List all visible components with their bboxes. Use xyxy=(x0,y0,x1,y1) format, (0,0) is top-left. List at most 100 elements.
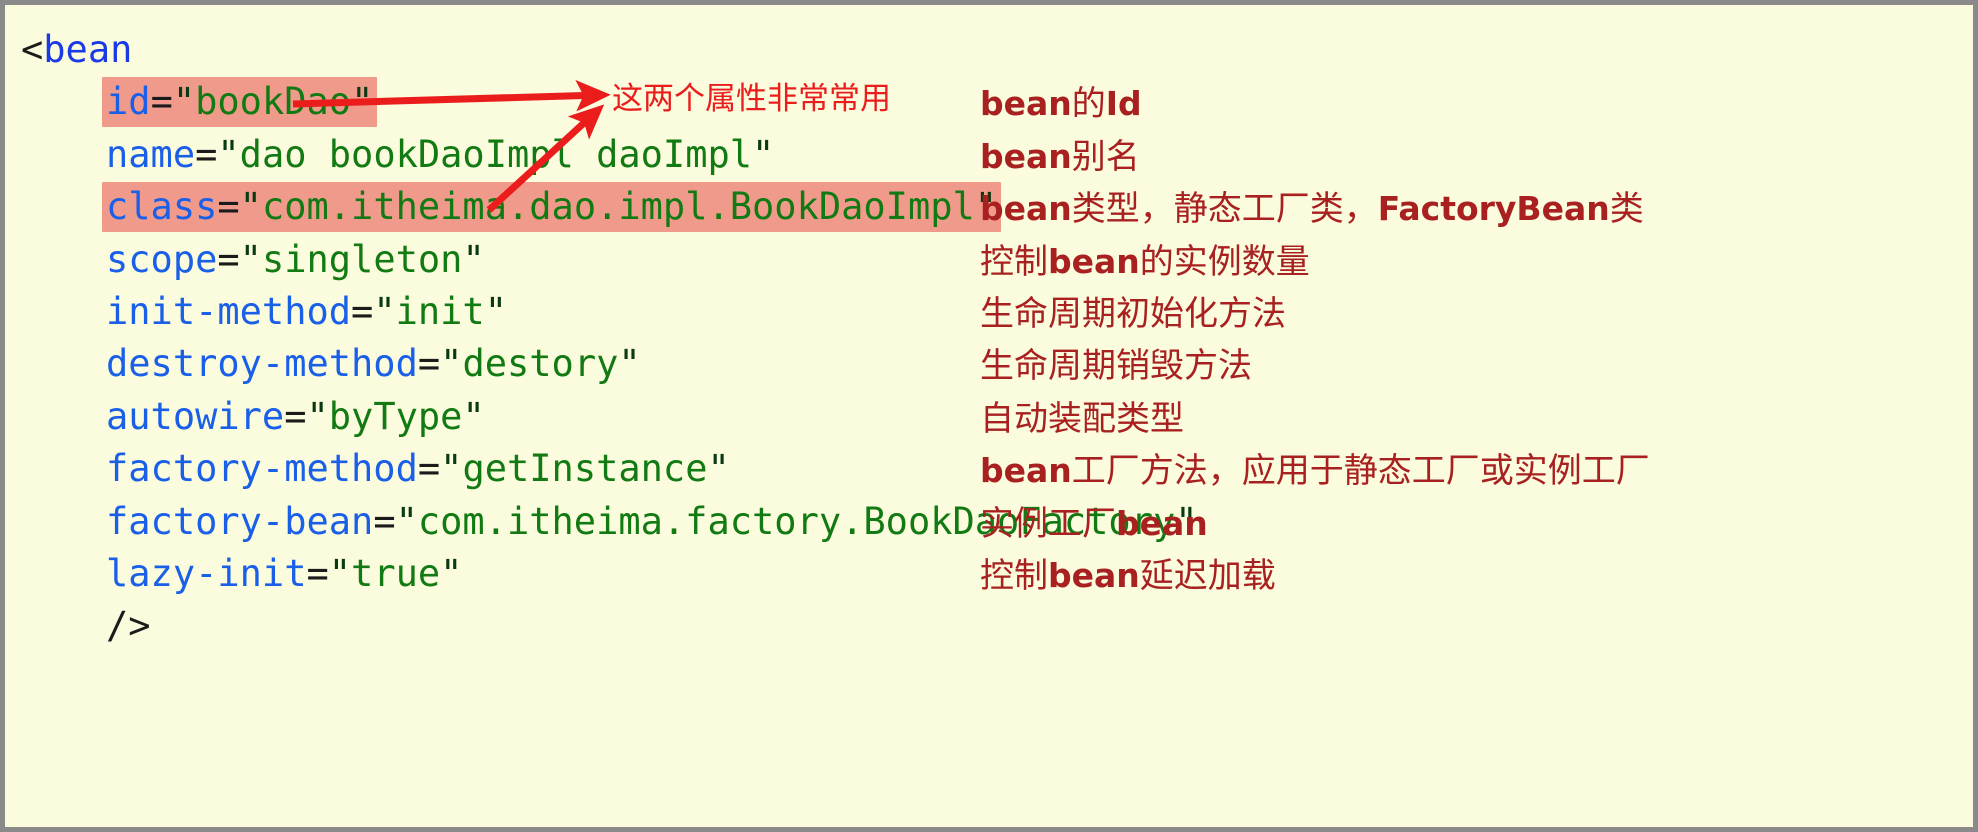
token-value: destory xyxy=(462,342,619,386)
token-quote: " xyxy=(618,342,641,386)
token-quote: " xyxy=(239,237,262,281)
token-attr: class xyxy=(106,185,218,229)
annotation-text: bean的Id xyxy=(980,83,1142,125)
code-text: name="dao bookDaoImpl daoImpl" xyxy=(106,133,774,176)
annotation-run: 自动装配类型 xyxy=(980,398,1184,439)
token-quote: " xyxy=(217,132,240,176)
annotation-run: bean xyxy=(1048,556,1140,595)
annotation-text: 实例工厂bean xyxy=(980,503,1208,545)
annotation-text: bean工厂方法，应用于静态工厂或实例工厂 xyxy=(980,450,1650,492)
token-quote: " xyxy=(707,447,730,491)
highlighted-attribute: class="com.itheima.dao.impl.BookDaoImpl" xyxy=(102,182,1002,233)
code-line: class="com.itheima.dao.impl.BookDaoImpl" xyxy=(102,182,1002,233)
token-eq: = xyxy=(150,80,173,124)
code-text: init-method="init" xyxy=(106,290,507,333)
token-attr: factory-method xyxy=(106,447,418,491)
code-text: lazy-init="true" xyxy=(106,552,462,595)
token-eq: = xyxy=(195,132,218,176)
token-value: dao bookDaoImpl daoImpl xyxy=(239,132,753,176)
token-eq: = xyxy=(417,342,441,386)
token-quote: " xyxy=(395,499,418,543)
token-eq: = xyxy=(217,237,240,281)
token-eq: = xyxy=(217,185,240,229)
callout-label: 这两个属性非常常用 xyxy=(612,81,891,117)
annotation-run: bean xyxy=(1116,503,1208,543)
token-quote: " xyxy=(172,80,196,124)
token-value: com.itheima.dao.impl.BookDaoImpl xyxy=(261,185,975,229)
code-line: name="dao bookDaoImpl daoImpl" xyxy=(106,132,774,178)
code-line: destroy-method="destory" xyxy=(106,341,641,387)
annotation-text: 控制bean延迟加载 xyxy=(980,555,1276,597)
token-eq: = xyxy=(351,290,374,333)
token-punct: < xyxy=(21,28,44,71)
token-attr: destroy-method xyxy=(106,342,418,386)
annotation-run: bean xyxy=(980,84,1072,124)
annotation-text: bean别名 xyxy=(980,136,1140,178)
annotation-text: 控制bean的实例数量 xyxy=(980,241,1310,283)
token-quote: " xyxy=(328,552,352,595)
token-eq: = xyxy=(306,552,329,595)
annotation-run: bean xyxy=(980,136,1072,176)
slide-canvas: <bean id="bookDao" name="dao bookDaoImpl d… xyxy=(0,0,1978,832)
annotation-run: 的 xyxy=(1071,84,1106,125)
token-eq: = xyxy=(373,499,396,543)
annotation-run: bean xyxy=(980,189,1072,229)
annotation-run: 别名 xyxy=(1071,136,1140,177)
code-text: scope="singleton" xyxy=(106,238,485,281)
annotation-run: 生命周期初始化方法 xyxy=(980,294,1286,334)
annotation-run: 延迟加载 xyxy=(1139,556,1276,596)
annotation-run: 类 xyxy=(1609,189,1644,230)
code-text: factory-method="getInstance" xyxy=(106,447,730,490)
annotation-run: 类型，静态工厂类， xyxy=(1071,189,1378,230)
code-line: init-method="init" xyxy=(106,289,507,335)
token-attr: autowire xyxy=(106,394,285,438)
token-quote: " xyxy=(462,394,485,438)
annotation-text: bean类型，静态工厂类，FactoryBean类 xyxy=(980,188,1644,230)
code-line: lazy-init="true" xyxy=(106,551,462,597)
token-value: init xyxy=(395,290,485,333)
annotation-run: bean xyxy=(1048,241,1140,281)
token-attr: id xyxy=(106,80,151,124)
token-quote: " xyxy=(440,552,463,595)
token-attr: factory-bean xyxy=(106,499,374,543)
annotation-text: 生命周期初始化方法 xyxy=(980,293,1286,335)
annotation-text: 自动装配类型 xyxy=(980,398,1184,440)
token-value: getInstance xyxy=(462,447,708,491)
token-eq: = xyxy=(417,447,441,491)
annotation-run: 实例工厂 xyxy=(980,503,1116,544)
highlighted-attribute: id="bookDao" xyxy=(102,77,378,128)
token-quote: " xyxy=(462,237,485,281)
token-value: byType xyxy=(328,394,463,438)
token-eq: = xyxy=(284,394,307,438)
code-line: autowire="byType" xyxy=(106,394,485,440)
code-line: id="bookDao" xyxy=(102,77,378,128)
token-quote: " xyxy=(306,394,329,438)
token-quote: " xyxy=(440,447,463,491)
code-text: <bean xyxy=(21,28,132,71)
annotation-run: bean xyxy=(980,451,1072,491)
token-attr: init-method xyxy=(106,290,352,333)
token-quote: " xyxy=(484,290,507,333)
code-line: factory-method="getInstance" xyxy=(106,446,730,492)
annotation-run: 控制 xyxy=(980,241,1048,282)
token-attr: lazy-init xyxy=(106,552,307,595)
token-attr: name xyxy=(106,132,196,176)
code-text: destroy-method="destory" xyxy=(106,342,641,385)
code-line: <bean xyxy=(21,27,132,73)
token-quote: " xyxy=(351,80,374,124)
code-line: /> xyxy=(106,603,151,649)
token-punct: /> xyxy=(106,604,151,648)
code-text: autowire="byType" xyxy=(106,395,485,438)
token-tag: bean xyxy=(43,28,133,71)
code-line: scope="singleton" xyxy=(106,237,485,283)
annotation-text: 生命周期销毁方法 xyxy=(980,345,1252,387)
annotation-run: 生命周期销毁方法 xyxy=(980,346,1252,387)
annotation-run: 的实例数量 xyxy=(1139,241,1310,282)
annotation-run: 控制 xyxy=(980,556,1048,596)
annotation-run: 工厂方法，应用于静态工厂或实例工厂 xyxy=(1071,451,1650,492)
token-quote: " xyxy=(239,185,262,229)
token-quote: " xyxy=(440,342,463,386)
token-value: bookDao xyxy=(195,80,352,124)
token-value: true xyxy=(351,552,441,595)
token-quote: " xyxy=(373,290,396,333)
